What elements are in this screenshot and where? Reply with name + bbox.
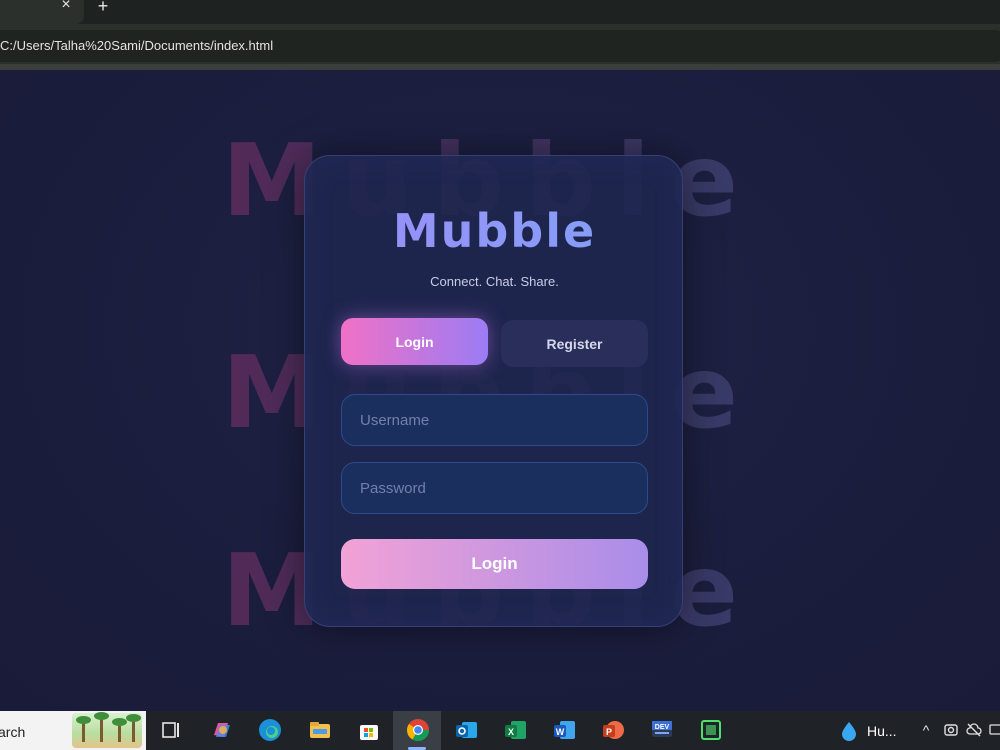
terminal-icon[interactable] xyxy=(698,717,724,743)
task-view-icon[interactable] xyxy=(158,717,184,743)
weather-label[interactable]: Hu... xyxy=(867,723,897,739)
chrome-icon[interactable] xyxy=(405,717,431,743)
taskbar-search[interactable]: arch xyxy=(0,711,146,750)
palm-tree-icon xyxy=(94,712,109,742)
svg-text:P: P xyxy=(606,727,612,737)
brand-title: Mubble xyxy=(305,204,684,258)
address-text: C:/Users/Talha%20Sami/Documents/index.ht… xyxy=(0,38,274,53)
taskbar: arch X W P DEV Hu... ^ xyxy=(0,711,1000,750)
weather-icon[interactable] xyxy=(838,720,860,742)
show-hidden-icons-chevron-icon[interactable]: ^ xyxy=(918,722,934,738)
file-explorer-icon[interactable] xyxy=(307,717,333,743)
outlook-icon[interactable] xyxy=(453,717,479,743)
powerpoint-icon[interactable]: P xyxy=(600,717,626,743)
palm-tree-icon xyxy=(76,716,91,742)
browser-tabstrip: × + xyxy=(0,0,1000,24)
search-highlight-icon xyxy=(72,712,142,748)
store-icon[interactable] xyxy=(356,717,382,743)
tab-login[interactable]: Login xyxy=(341,318,488,365)
login-card: Mubble Connect. Chat. Share. Login Regis… xyxy=(304,155,683,627)
devhome-icon[interactable]: DEV xyxy=(649,717,675,743)
svg-text:X: X xyxy=(508,727,514,737)
tab-register[interactable]: Register xyxy=(501,320,648,367)
svg-text:DEV: DEV xyxy=(655,724,670,731)
cloud-offline-icon[interactable] xyxy=(966,722,982,738)
login-submit-button[interactable]: Login xyxy=(341,539,648,589)
edge-icon[interactable] xyxy=(257,717,283,743)
word-icon[interactable]: W xyxy=(551,717,577,743)
tagline: Connect. Chat. Share. xyxy=(430,274,559,289)
search-label: arch xyxy=(0,724,26,740)
camera-icon[interactable] xyxy=(943,722,959,738)
address-bar[interactable]: C:/Users/Talha%20Sami/Documents/index.ht… xyxy=(0,30,1000,62)
username-input[interactable] xyxy=(341,394,648,446)
password-input[interactable] xyxy=(341,462,648,514)
network-icon[interactable] xyxy=(988,722,1000,738)
page-viewport: Mubble Mubble Mubble Mubble Connect. Cha… xyxy=(0,70,1000,711)
browser-tab[interactable]: × xyxy=(0,0,84,24)
palm-tree-icon xyxy=(112,718,127,742)
new-tab-icon[interactable]: + xyxy=(94,0,112,15)
palm-tree-icon xyxy=(126,714,141,742)
copilot-icon[interactable] xyxy=(208,717,234,743)
close-tab-icon[interactable]: × xyxy=(58,0,74,13)
excel-icon[interactable]: X xyxy=(502,717,528,743)
svg-text:W: W xyxy=(556,727,565,737)
